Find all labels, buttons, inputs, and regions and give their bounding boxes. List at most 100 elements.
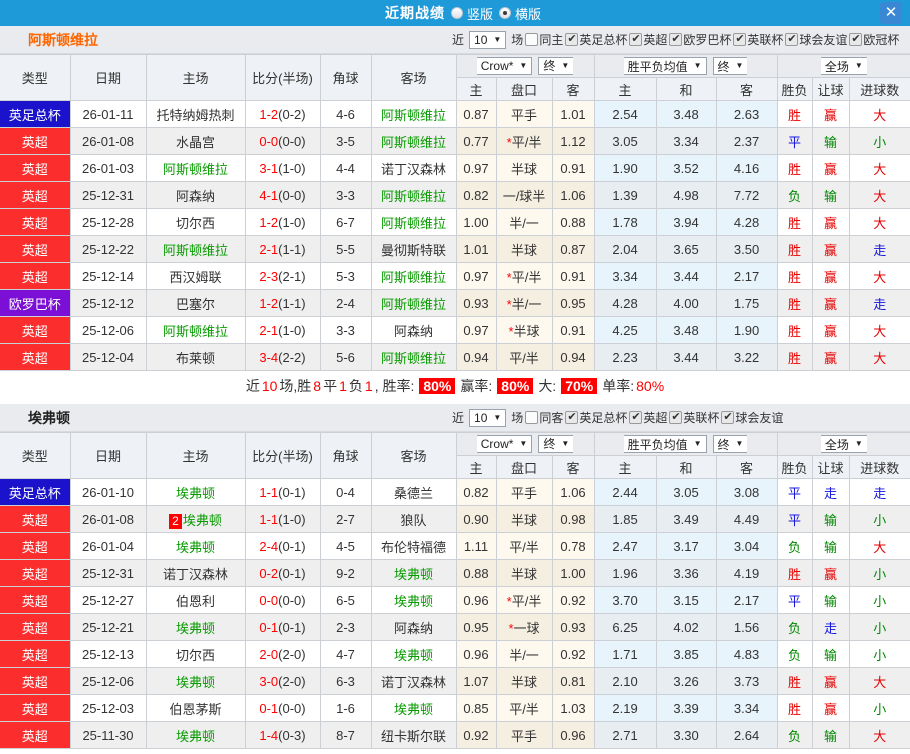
same-venue-checkbox[interactable]: 同主 — [525, 31, 563, 48]
away-team-cell: 埃弗顿 — [370, 694, 457, 722]
score-cell: 3-0(2-0) — [244, 667, 321, 695]
summary-text: 1 — [339, 378, 347, 394]
near-label: 近 — [452, 411, 465, 425]
competition-badge: 英超 — [0, 559, 71, 587]
avg-dropdown-cell: 胜平负均值 ▼ 终 ▼ — [593, 54, 778, 78]
corner-cell: 8-7 — [319, 721, 372, 749]
chevron-down-icon: ▼ — [493, 412, 502, 422]
close-button[interactable]: ✕ — [880, 2, 902, 24]
avg-lose-odds: 2.37 — [715, 127, 778, 155]
goals-outcome: 大 — [848, 721, 910, 749]
summary-text: 80% — [636, 378, 665, 394]
checkbox-icon[interactable] — [629, 32, 643, 46]
handicap-home-odds: 0.96 — [455, 640, 497, 668]
match-row: 英超 25-12-04 布莱顿 3-4(2-2) 5-6 阿斯顿维拉 0.94 平/半 0.94… — [0, 343, 910, 371]
away-team-cell: 诺丁汉森林 — [370, 154, 457, 182]
checkbox-icon[interactable] — [525, 411, 539, 424]
odds-company-select[interactable]: Crow* ▼ — [476, 435, 533, 454]
match-count-select[interactable]: 10 ▼ — [469, 30, 507, 49]
summary-text: 场,胜 — [279, 378, 312, 394]
competition-checkbox[interactable]: 英联杯 — [733, 31, 783, 48]
handicap-outcome: 赢 — [811, 316, 850, 344]
chevron-down-icon: ▼ — [561, 60, 570, 70]
competition-checkbox[interactable]: 英联杯 — [669, 409, 719, 426]
team-name: 阿斯顿维拉 — [380, 296, 446, 312]
checkbox-icon[interactable] — [721, 410, 735, 424]
sub-header-handicap: 盘口 — [495, 77, 553, 101]
team-name-title: 阿斯顿维拉 — [28, 31, 98, 48]
checkbox-icon[interactable] — [669, 410, 683, 424]
odds-final-select[interactable]: 终 ▼ — [538, 56, 574, 75]
checkbox-icon[interactable] — [785, 32, 799, 46]
checkbox-icon[interactable] — [565, 32, 579, 46]
handicap-home-odds: 1.00 — [455, 208, 497, 236]
avg-odds-select[interactable]: 胜平负均值 ▼ — [623, 435, 707, 453]
match-row: 英超 25-12-28 切尔西 1-2(1-0) 6-7 阿斯顿维拉 1.00 半/一 0.88… — [0, 208, 910, 236]
competition-checkbox[interactable]: 球会友谊 — [721, 409, 783, 426]
team-name: 阿斯顿维拉 — [380, 269, 446, 285]
competition-checkbox[interactable]: 英超 — [629, 409, 667, 426]
competition-badge: 英超 — [0, 586, 71, 614]
summary-text: 10 — [261, 378, 278, 394]
unit-label: 场 — [511, 33, 524, 47]
handicap-outcome: 赢 — [811, 100, 850, 128]
goals-outcome: 小 — [848, 559, 910, 587]
competition-checkbox[interactable]: 球会友谊 — [785, 31, 847, 48]
match-date: 25-12-06 — [69, 316, 147, 344]
goals-outcome: 大 — [848, 316, 910, 344]
layout-radio-horizontal[interactable]: 横版 — [499, 4, 541, 23]
competition-checkbox[interactable]: 英足总杯 — [565, 31, 627, 48]
checkbox-icon[interactable] — [525, 33, 539, 46]
competition-checkbox[interactable]: 欧冠杯 — [849, 31, 899, 48]
avg-final-select[interactable]: 终 ▼ — [712, 435, 748, 453]
match-date: 26-01-08 — [69, 127, 147, 155]
competition-checkbox[interactable]: 欧罗巴杯 — [669, 31, 731, 48]
avg-draw-odds: 3.36 — [655, 559, 717, 587]
handicap-home-odds: 0.95 — [455, 613, 497, 641]
match-count-select[interactable]: 10 ▼ — [469, 408, 507, 427]
handicap-line: 平/半 — [495, 694, 553, 722]
match-row: 英超 26-01-03 阿斯顿维拉 3-1(1-0) 4-4 诺丁汉森林 0.97 半球 0.9… — [0, 154, 910, 182]
avg-lose-odds: 4.28 — [715, 208, 778, 236]
competition-checkbox[interactable]: 英超 — [629, 31, 667, 48]
match-date: 25-12-06 — [69, 667, 147, 695]
sub-header-result: 胜负 — [776, 77, 813, 101]
competition-badge: 英超 — [0, 640, 71, 668]
away-team-cell: 诺丁汉森林 — [370, 667, 457, 695]
record-summary: 近 10 场,胜 8 平 1 负 1, 胜率: 80% 赢率: 80% 大: 70% 单率: 80% — [0, 371, 910, 401]
dropdown-row: 类型 日期 主场 比分(半场) 角球 客场 Crow* ▼ 终 ▼ 胜平负均值 ▼ 终 ▼ … — [0, 54, 910, 101]
avg-win-odds: 3.34 — [593, 262, 657, 290]
checkbox-icon[interactable] — [733, 32, 747, 46]
avg-win-odds: 2.44 — [593, 478, 657, 506]
col-header-away: 客场 — [370, 432, 457, 479]
same-venue-checkbox[interactable]: 同客 — [525, 409, 563, 426]
avg-odds-select[interactable]: 胜平负均值 ▼ — [623, 57, 707, 75]
handicap-line: *平/半 — [495, 586, 553, 614]
checkbox-icon[interactable] — [669, 32, 683, 46]
odds-final-select[interactable]: 终 ▼ — [538, 434, 574, 453]
score-cell: 2-3(2-1) — [244, 262, 321, 290]
competition-checkbox[interactable]: 英足总杯 — [565, 409, 627, 426]
sub-header-avg-win: 主 — [593, 77, 657, 101]
scope-select[interactable]: 全场 ▼ — [820, 435, 867, 453]
checkbox-icon[interactable] — [629, 410, 643, 424]
match-row: 英超 25-11-30 埃弗顿 1-4(0-3) 8-7 纽卡斯尔联 0.92 平手 0.96 2… — [0, 721, 910, 749]
chevron-down-icon: ▼ — [519, 439, 528, 449]
avg-final-select[interactable]: 终 ▼ — [712, 57, 748, 75]
team-name: 诺丁汉森林 — [162, 566, 228, 582]
result-outcome: 胜 — [776, 289, 813, 317]
competition-badge: 英超 — [0, 532, 71, 560]
match-row: 英超 25-12-31 诺丁汉森林 0-2(0-1) 9-2 埃弗顿 0.88 半球 1.00 1… — [0, 559, 910, 587]
scope-select[interactable]: 全场 ▼ — [820, 57, 867, 75]
checkbox-icon[interactable] — [565, 410, 579, 424]
away-team-cell: 布伦特福德 — [370, 532, 457, 560]
handicap-away-odds: 0.91 — [551, 262, 595, 290]
goals-outcome: 小 — [848, 586, 910, 614]
avg-draw-odds: 3.52 — [655, 154, 717, 182]
layout-radio-vertical[interactable]: 竖版 — [451, 4, 493, 23]
radio-icon[interactable] — [451, 7, 463, 19]
checkbox-icon[interactable] — [849, 32, 863, 46]
odds-company-select[interactable]: Crow* ▼ — [476, 57, 533, 76]
radio-icon[interactable] — [499, 7, 512, 19]
avg-lose-odds: 3.08 — [715, 478, 778, 506]
